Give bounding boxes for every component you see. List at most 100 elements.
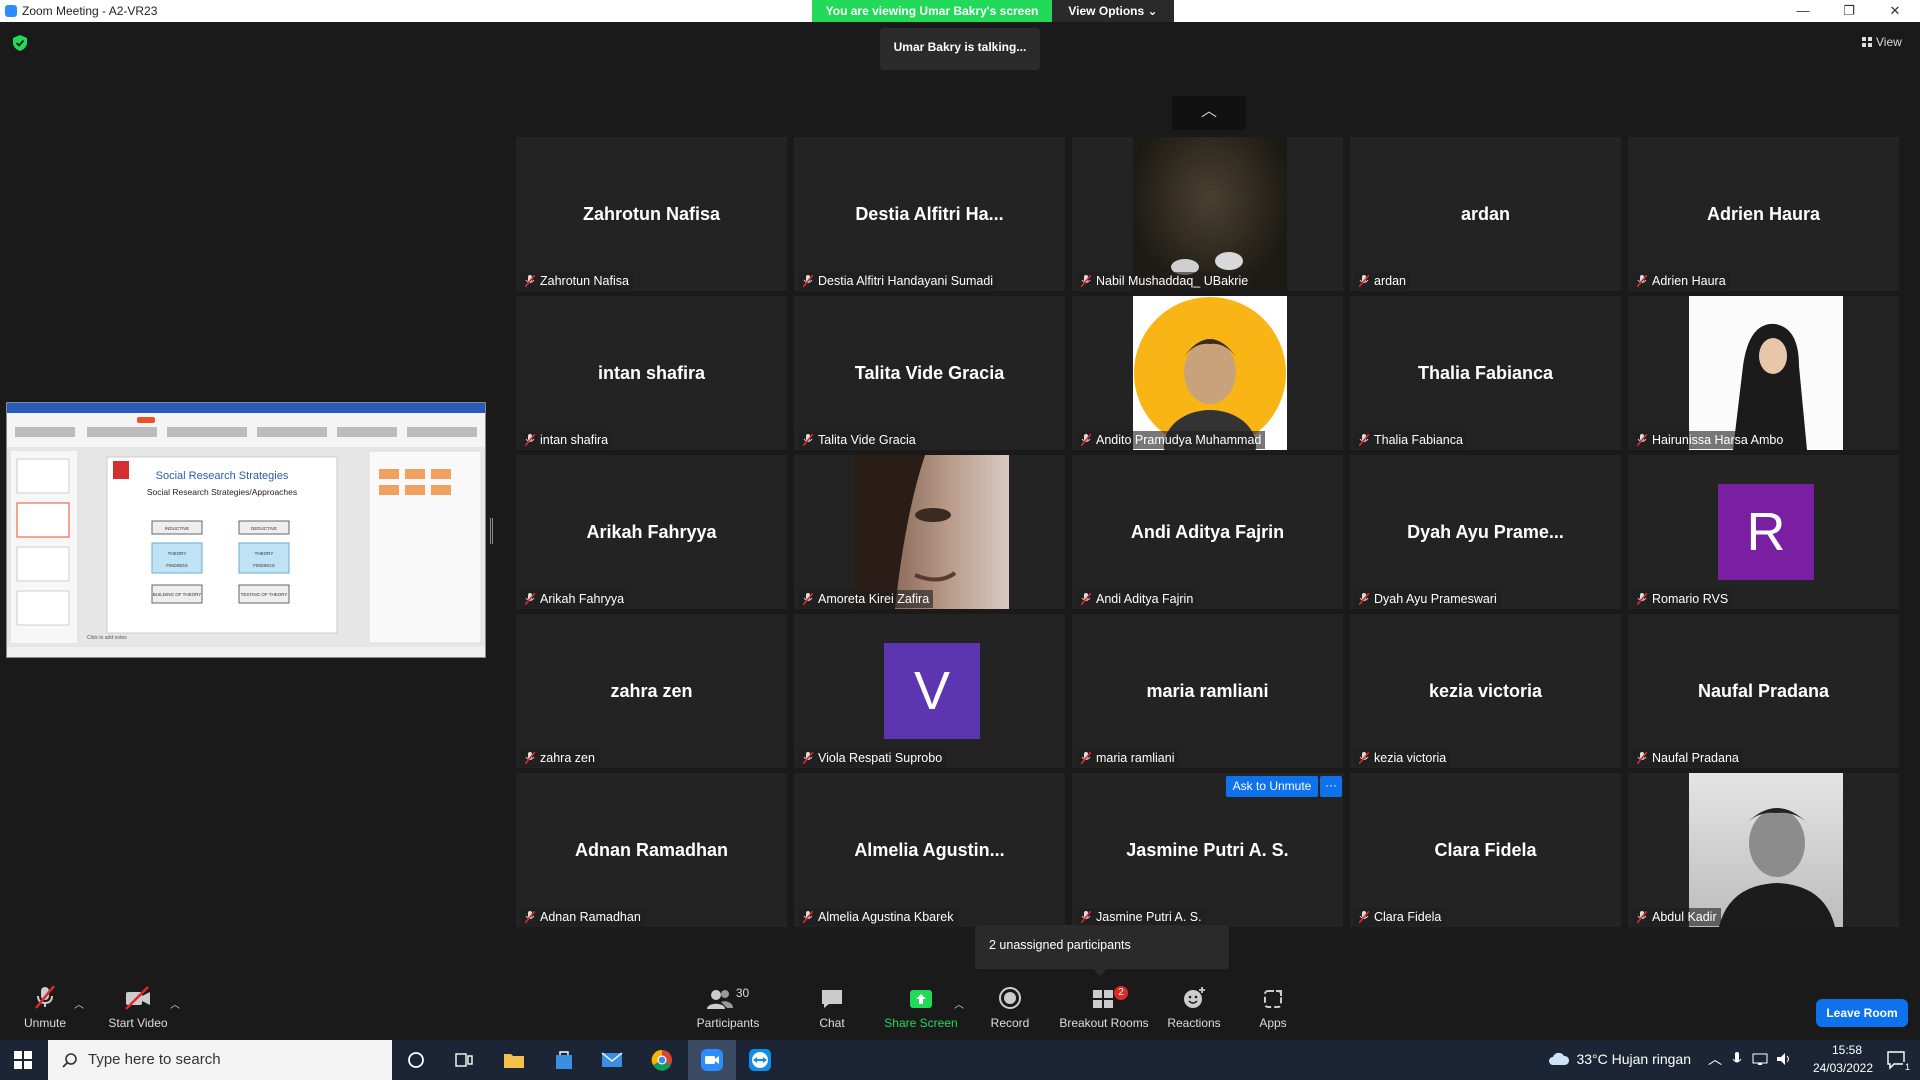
chevron-down-icon: ⌄ [1147,4,1158,18]
participant-avatar: V [855,614,1009,768]
start-video-label: Start Video [108,1016,168,1030]
participant-name: Adrien Haura [1652,274,1726,288]
shared-presentation-screenshot: Social Research Strategies Social Resear… [7,403,485,657]
close-button[interactable]: ✕ [1872,1,1918,21]
view-button[interactable]: View [1862,35,1902,49]
leave-room-button[interactable]: Leave Room [1816,999,1908,1027]
chat-button[interactable]: Chat [800,980,864,1042]
task-view-button[interactable] [440,1040,488,1080]
participant-tile[interactable]: Adnan Ramadhan Adnan Ramadhan [516,773,787,927]
start-video-button[interactable]: Start Video [104,980,172,1042]
tile-more-options-button[interactable]: ··· [1320,776,1342,797]
maximize-button[interactable]: ❐ [1826,1,1872,21]
participant-tile[interactable]: Thalia Fabianca Thalia Fabianca [1350,296,1621,450]
participant-tile[interactable]: maria ramliani maria ramliani [1072,614,1343,768]
participant-tile[interactable]: R Romario RVS [1628,455,1899,609]
participants-button[interactable]: 30 Participants [688,980,768,1042]
file-explorer-button[interactable] [490,1040,538,1080]
search-placeholder: Type here to search [88,1051,221,1068]
video-options-caret-icon[interactable]: ︿ [170,996,180,1011]
participant-tile[interactable]: Hairunissa Harsa Ambo [1628,296,1899,450]
clock-time[interactable]: 15:58 [1832,1043,1862,1057]
participant-tile[interactable]: intan shafira intan shafira [516,296,787,450]
diagram-box-text: BUILDING OF THEORY [153,592,202,597]
muted-mic-icon [803,434,813,446]
participant-tile[interactable]: Adrien Haura Adrien Haura [1628,137,1899,291]
participant-name-label: intan shafira [520,431,613,449]
participant-tile[interactable]: V Viola Respati Suprobo [794,614,1065,768]
participant-name-label: ardan [1354,272,1410,290]
participant-tile[interactable]: Arikah Fahryya Arikah Fahryya [516,455,787,609]
participant-tile[interactable]: Andi Aditya Fajrin Andi Aditya Fajrin [1072,455,1343,609]
reactions-label: Reactions [1167,1016,1221,1030]
reactions-button[interactable]: Reactions [1164,980,1224,1042]
unmute-button[interactable]: Unmute [14,980,76,1042]
muted-mic-icon [1359,911,1369,923]
weather-text[interactable]: 33°C Hujan ringan [1576,1051,1691,1067]
video-feed [1719,808,1835,927]
breakout-rooms-button[interactable]: 2 Breakout Rooms [1056,980,1152,1042]
notification-count: 1 [1902,1062,1912,1072]
participant-display-name: Dyah Ayu Prame... [1407,522,1564,542]
microphone-icon[interactable] [1732,1052,1742,1068]
participant-tile[interactable]: Amoreta Kirei Zafira [794,455,1065,609]
search-icon [62,1053,77,1068]
gallery-page-up-button[interactable]: ︿ [1172,96,1246,130]
participant-name: Adnan Ramadhan [540,910,641,924]
participant-display-name: ardan [1460,204,1511,224]
apps-icon [1264,990,1282,1008]
participant-tile[interactable]: Destia Alfitri Ha... Destia Alfitri Handa… [794,137,1065,291]
participant-tile[interactable]: Nabil Mushaddaq_ UBakrie [1072,137,1343,291]
teamviewer-icon [749,1049,771,1071]
apps-button[interactable]: Apps [1250,980,1296,1042]
talking-indicator: Umar Bakry is talking... [880,28,1040,70]
share-options-caret-icon[interactable]: ︿ [954,996,964,1011]
start-button[interactable] [0,1040,46,1080]
clock-date[interactable]: 24/03/2022 [1813,1061,1873,1075]
store-button[interactable] [540,1040,588,1080]
participant-tile[interactable]: Naufal Pradana Naufal Pradana [1628,614,1899,768]
participant-tile[interactable]: Zahrotun Nafisa Zahrotun Nafisa [516,137,787,291]
volume-icon[interactable] [1776,1052,1792,1066]
participant-tile[interactable]: zahra zen zahra zen [516,614,787,768]
security-shield-icon[interactable] [13,35,27,51]
video-feed [1733,323,1807,450]
muted-mic-icon [1359,275,1369,287]
participant-tile[interactable]: Dyah Ayu Prame... Dyah Ayu Prameswari [1350,455,1621,609]
minimize-button[interactable]: — [1780,1,1826,21]
tray-overflow-icon[interactable]: ︿ [1708,1049,1722,1069]
unassigned-participants-tooltip: 2 unassigned participants [975,925,1229,976]
audio-options-caret-icon[interactable]: ︿ [74,996,84,1011]
zoom-taskbar-button[interactable] [688,1040,736,1080]
video-feed [1171,252,1243,275]
chrome-button[interactable] [638,1040,686,1080]
participant-tile[interactable]: Almelia Agustin... Almelia Agustina Kbare… [794,773,1065,927]
participant-video [855,455,1009,609]
participant-name-label: zahra zen [520,749,599,767]
participant-tile[interactable]: Clara Fidela Clara Fidela [1350,773,1621,927]
network-icon[interactable] [1752,1052,1768,1066]
share-screen-button[interactable]: Share Screen [880,980,962,1042]
participant-tile[interactable]: ardan ardan [1350,137,1621,291]
muted-mic-icon [1081,752,1091,764]
participant-tile[interactable]: Andito Pramudya Muhammad [1072,296,1343,450]
muted-mic-icon [803,911,813,923]
split-view-drag-handle[interactable] [490,518,493,544]
mail-button[interactable] [588,1040,636,1080]
teamviewer-button[interactable] [736,1040,784,1080]
participant-display-name: Clara Fidela [1434,840,1537,860]
participant-display-name: Almelia Agustin... [854,840,1005,860]
shared-screen-view[interactable]: Social Research Strategies Social Resear… [6,402,486,658]
view-options-button[interactable]: View Options ⌄ [1052,0,1174,22]
record-button[interactable]: Record [980,980,1040,1042]
participant-name-label: Adrien Haura [1632,272,1730,290]
cortana-button[interactable] [392,1040,440,1080]
participant-tile[interactable]: Talita Vide Gracia Talita Vide Gracia [794,296,1065,450]
participant-tile[interactable]: kezia victoria kezia victoria [1350,614,1621,768]
participant-name: Viola Respati Suprobo [818,751,943,765]
participant-tile[interactable]: Abdul Kadir [1628,773,1899,927]
taskbar-search-box[interactable]: Type here to search [48,1040,392,1080]
diagram-box-text: THEORY [255,551,274,556]
ask-to-unmute-button[interactable]: Ask to Unmute [1226,776,1318,797]
windows-taskbar: Type here to search 33°C Hujan ringan ︿ … [0,1040,1920,1080]
